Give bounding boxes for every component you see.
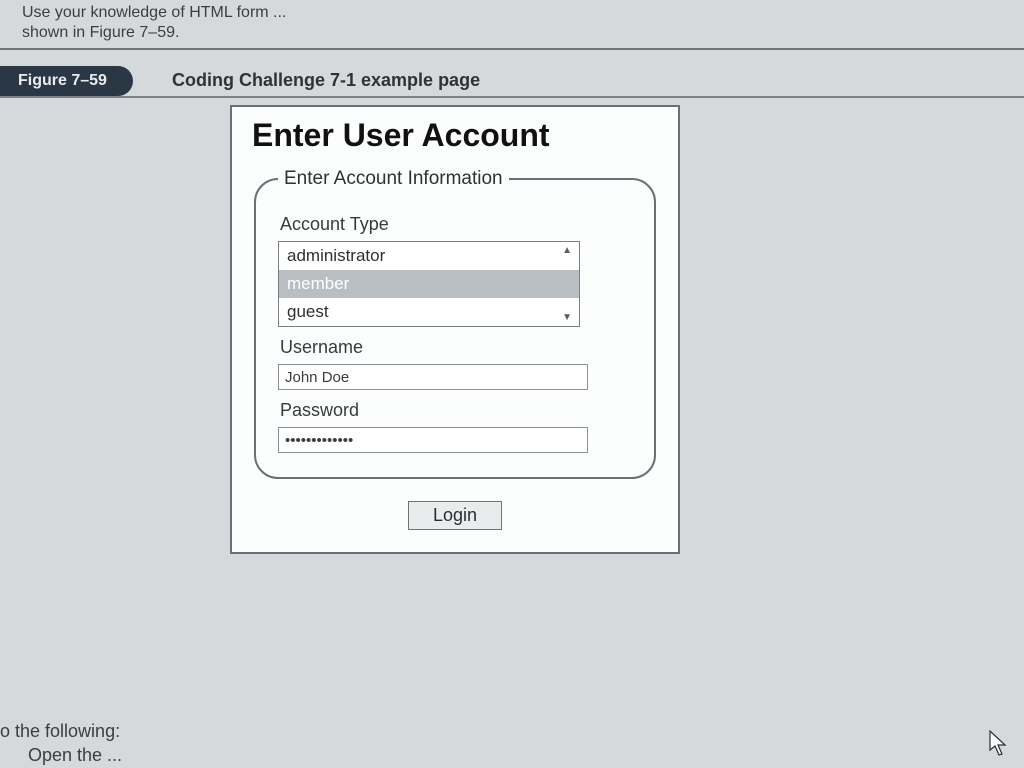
context-line-1: Use your knowledge of HTML form ... (22, 4, 1024, 22)
example-form-window: Enter User Account Enter Account Informa… (230, 105, 680, 554)
account-type-option[interactable]: administrator (279, 242, 579, 270)
mouse-cursor-icon (988, 730, 1010, 758)
surrounding-text-top: Use your knowledge of HTML form ... show… (0, 0, 1024, 42)
surrounding-text-bottom-2: Open the ... (28, 745, 122, 766)
fieldset-legend: Enter Account Information (278, 168, 509, 190)
form-title: Enter User Account (252, 117, 660, 154)
account-type-listbox[interactable]: administratormemberguest (278, 241, 580, 327)
surrounding-text-bottom-1: o the following: (0, 721, 120, 742)
figure-caption: Coding Challenge 7-1 example page (172, 70, 480, 91)
account-type-option[interactable]: guest (279, 298, 579, 326)
username-input[interactable] (278, 364, 588, 390)
figure-label-pill: Figure 7–59 (0, 66, 133, 96)
rule-under-caption (0, 96, 1024, 98)
context-line-2: shown in Figure 7–59. (22, 24, 1024, 42)
username-label: Username (280, 337, 632, 358)
password-input[interactable] (278, 427, 588, 453)
account-type-option[interactable]: member (279, 270, 579, 298)
rule-top (0, 48, 1024, 50)
account-type-listbox-wrap: administratormemberguest ▲ ▼ (278, 241, 578, 327)
figure-header: Figure 7–59 Coding Challenge 7-1 example… (0, 66, 1024, 100)
password-label: Password (280, 400, 632, 421)
account-fieldset: Enter Account Information Account Type a… (254, 168, 656, 479)
account-type-label: Account Type (280, 214, 632, 235)
login-button[interactable]: Login (408, 501, 502, 530)
